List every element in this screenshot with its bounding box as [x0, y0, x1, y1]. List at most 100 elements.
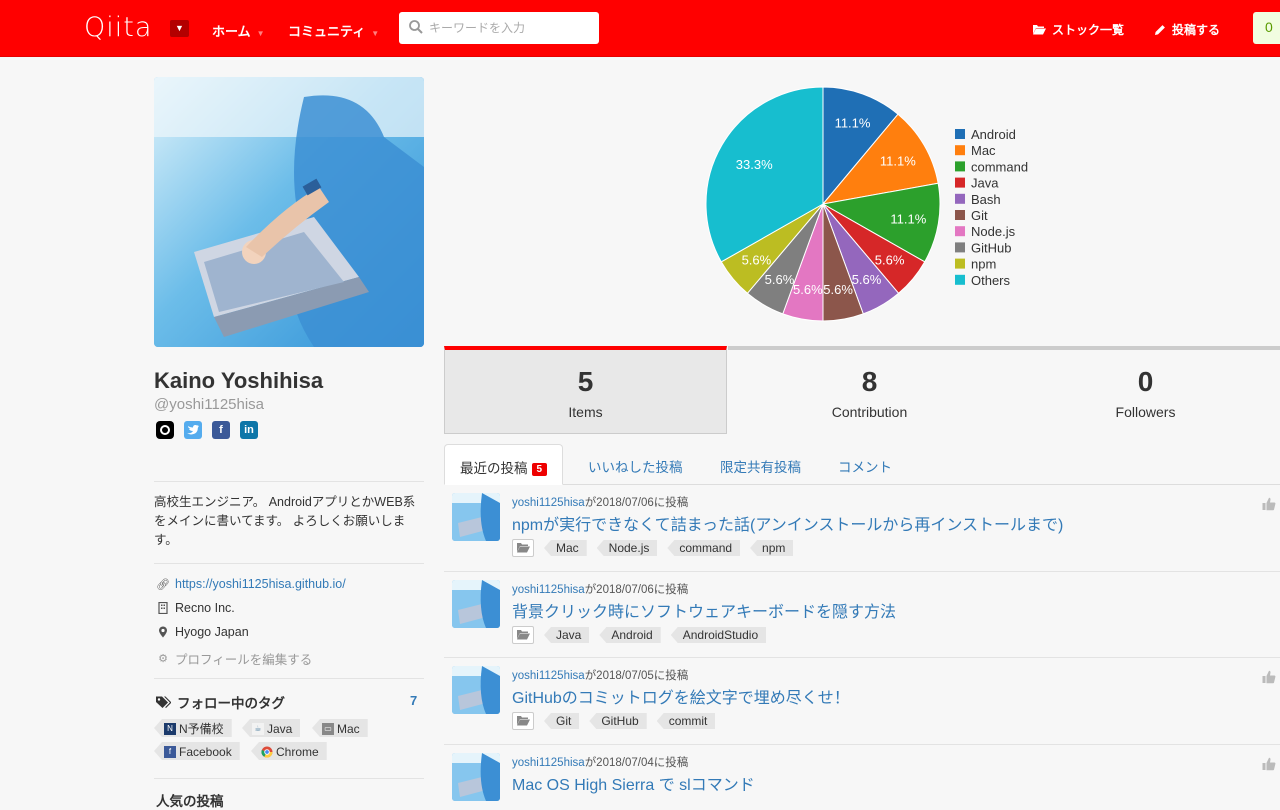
pie-slice-label: 5.6%	[793, 282, 823, 297]
post-meta: yoshi1125hisaが2018/07/04に投稿	[512, 754, 688, 770]
following-tag[interactable]: f Facebook	[154, 742, 240, 760]
stat-followers-label: Followers	[1115, 404, 1176, 420]
post-meta: yoshi1125hisaが2018/07/06に投稿	[512, 581, 688, 597]
post-author-avatar[interactable]	[452, 666, 500, 714]
post-tag[interactable]: AndroidStudio	[670, 627, 767, 643]
post-tags: Mac Node.js command npm	[512, 539, 794, 557]
post-date: が2018/07/06に投稿	[584, 497, 689, 509]
facebook-icon[interactable]: f	[212, 421, 230, 439]
search-input[interactable]	[429, 18, 594, 38]
stat-followers[interactable]: 0 Followers	[1011, 346, 1280, 434]
building-icon	[158, 602, 168, 614]
legend-swatch	[955, 210, 965, 220]
pie-slice-label: 5.6%	[852, 272, 882, 287]
pie-slice-label: 5.6%	[875, 252, 905, 267]
post-author-avatar[interactable]	[452, 493, 500, 541]
post-tag[interactable]: Git	[544, 713, 580, 729]
tab-recent-posts[interactable]: 最近の投稿 5	[444, 444, 564, 485]
logo-dropdown-button[interactable]: ▼	[170, 20, 189, 37]
post-meta: yoshi1125hisaが2018/07/06に投稿	[512, 494, 688, 510]
stat-followers-count: 0	[1137, 366, 1154, 397]
stat-contribution[interactable]: 8 Contribution	[728, 346, 1011, 434]
post-item: yoshi1125hisaが2018/07/04に投稿 Mac OS High …	[444, 745, 1280, 805]
divider	[154, 563, 424, 564]
qiita-logo[interactable]: Qiita	[84, 12, 152, 43]
profile-website-link[interactable]: https://yoshi1125hisa.github.io/	[175, 577, 346, 591]
post-tag[interactable]: commit	[656, 713, 716, 729]
post-title-link[interactable]: GitHubのコミットログを絵文字で埋め尽くせ！	[512, 684, 850, 708]
tag-label: Chrome	[276, 744, 319, 759]
new-post-label: 投稿する	[1172, 23, 1221, 37]
pencil-icon	[1155, 24, 1165, 35]
chevron-down-icon: ▼	[256, 29, 265, 38]
tab-liked-posts[interactable]: いいねした投稿	[588, 444, 683, 485]
legend-label: Node.js	[971, 224, 1016, 239]
thumbs-up-icon[interactable]	[1262, 757, 1276, 771]
edit-profile-label: プロフィールを編集する	[175, 653, 313, 667]
post-tag[interactable]: GitHub	[589, 713, 647, 729]
legend-swatch	[955, 193, 965, 204]
post-item: yoshi1125hisaが2018/07/05に投稿 GitHubのコミットロ…	[444, 658, 1280, 745]
folder-icon[interactable]	[512, 712, 534, 730]
chevron-down-icon: ▼	[371, 29, 380, 38]
pie-slice-label: 5.6%	[823, 282, 853, 297]
stat-items-label: Items	[568, 404, 603, 420]
legend-label: Others	[971, 273, 1011, 288]
stat-items[interactable]: 5 Items	[444, 346, 727, 434]
tab-limited-posts[interactable]: 限定共有投稿	[720, 444, 801, 485]
post-tag[interactable]: Java	[544, 627, 590, 643]
post-title-link[interactable]: Mac OS High Sierra で slコマンド	[512, 771, 755, 795]
nav-home[interactable]: ホーム ▼	[212, 21, 265, 40]
profile-avatar	[154, 77, 424, 347]
twitter-icon[interactable]	[184, 421, 202, 439]
stock-list-link[interactable]: ストック一覧	[1033, 21, 1124, 38]
post-date: が2018/07/06に投稿	[584, 584, 689, 596]
post-author-link[interactable]: yoshi1125hisa	[512, 584, 585, 596]
post-title-link[interactable]: npmが実行できなくて詰まった話(アンインストールから再インストールまで)	[512, 511, 1063, 535]
post-item: yoshi1125hisaが2018/07/06に投稿 npmが実行できなくて詰…	[444, 485, 1280, 572]
stock-list-label: ストック一覧	[1052, 23, 1125, 37]
n-yobiko-icon: N	[164, 722, 176, 735]
thumbs-up-icon[interactable]	[1262, 497, 1276, 511]
github-icon[interactable]	[156, 421, 174, 439]
following-tag[interactable]: ☕ Java	[242, 719, 301, 737]
following-tag[interactable]: ▭ Mac	[312, 719, 368, 737]
stat-contribution-count: 8	[861, 366, 878, 397]
notification-count[interactable]: 0	[1253, 12, 1280, 44]
post-author-link[interactable]: yoshi1125hisa	[512, 757, 585, 769]
linkedin-icon[interactable]: in	[240, 421, 258, 439]
following-tags-count[interactable]: 7	[410, 693, 417, 708]
post-tag[interactable]: Android	[599, 627, 661, 643]
chrome-icon	[261, 746, 273, 758]
pie-slice-label: 11.1%	[890, 212, 926, 227]
recent-posts-count-badge: 5	[531, 463, 548, 476]
legend-swatch	[955, 258, 965, 269]
post-author-avatar[interactable]	[452, 580, 500, 628]
pie-slice-label: 5.6%	[742, 252, 772, 267]
pie-chart-svg: 11.1%11.1%11.1%5.6%5.6%5.6%5.6%5.6%5.6%3…	[705, 86, 1028, 322]
post-tag[interactable]: Node.js	[596, 540, 658, 556]
profile-company: Recno Inc.	[175, 601, 235, 615]
post-tag[interactable]: command	[667, 540, 741, 556]
edit-profile-link[interactable]: ⚙ プロフィールを編集する	[156, 649, 312, 668]
tab-comments[interactable]: コメント	[838, 444, 892, 485]
nav-community[interactable]: コミュニティ ▼	[288, 21, 379, 40]
divider	[154, 778, 424, 779]
following-tag[interactable]: Chrome	[251, 742, 327, 760]
post-tag[interactable]: Mac	[544, 540, 587, 556]
post-tag[interactable]: npm	[750, 540, 794, 556]
post-author-link[interactable]: yoshi1125hisa	[512, 670, 585, 682]
thumbs-up-icon[interactable]	[1262, 670, 1276, 684]
following-tag[interactable]: N N予備校	[154, 719, 232, 737]
folder-icon[interactable]	[512, 626, 534, 644]
legend-label: Mac	[971, 143, 996, 158]
profile-handle: @yoshi1125hisa	[154, 396, 265, 413]
post-author-avatar[interactable]	[452, 753, 500, 801]
nav-community-label: コミュニティ	[288, 24, 366, 39]
post-title-link[interactable]: 背景クリック時にソフトウェアキーボードを隠す方法	[512, 598, 896, 622]
folder-icon[interactable]	[512, 539, 534, 557]
post-author-link[interactable]: yoshi1125hisa	[512, 497, 585, 509]
new-post-link[interactable]: 投稿する	[1154, 21, 1220, 38]
folder-open-icon	[1033, 25, 1046, 35]
legend-label: GitHub	[971, 240, 1011, 255]
